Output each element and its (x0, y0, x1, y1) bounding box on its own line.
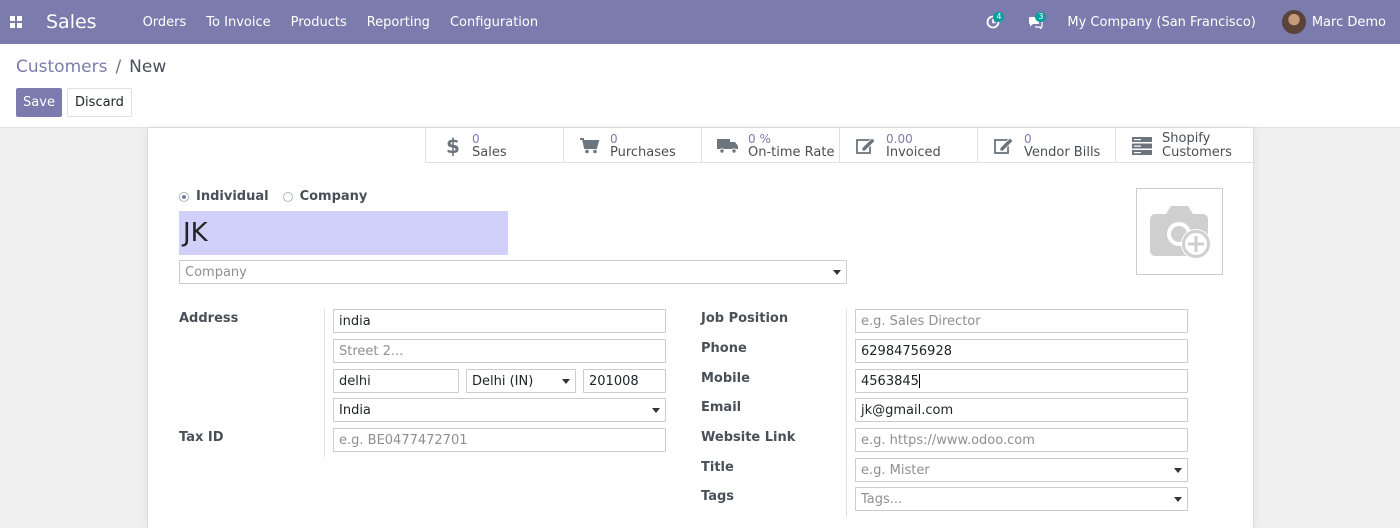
image-upload[interactable] (1136, 188, 1223, 275)
messages-chat-icon[interactable]: 3 (1023, 0, 1047, 44)
email-label: Email (701, 400, 742, 415)
tax-id-label: Tax ID (179, 430, 224, 445)
mobile-value: 4563845 (861, 373, 919, 389)
country-value: India (339, 402, 371, 418)
invoiced-label: Invoiced (886, 144, 941, 160)
purchases-label: Purchases (610, 144, 676, 160)
column-divider-right (846, 309, 847, 517)
apps-menu-icon[interactable] (0, 0, 32, 44)
shopify-customers-stat-button[interactable]: Shopify Customers (1115, 128, 1253, 163)
activity-clock-icon[interactable]: 4 (981, 0, 1005, 44)
company-radio[interactable] (282, 191, 293, 202)
column-divider-left (324, 309, 325, 457)
app-name[interactable]: Sales (46, 11, 97, 33)
invoiced-value: 0.00 (886, 131, 913, 146)
title-label: Title (701, 460, 734, 475)
tax-id-input[interactable]: e.g. BE0477472701 (333, 428, 666, 452)
tags-select[interactable]: Tags... (855, 487, 1188, 511)
truck-icon (716, 138, 740, 154)
job-position-input[interactable]: e.g. Sales Director (855, 309, 1188, 333)
phone-label: Phone (701, 341, 747, 356)
tags-placeholder: Tags... (861, 491, 903, 507)
address-label: Address (179, 311, 239, 326)
street-input[interactable]: india (333, 309, 666, 333)
email-input[interactable]: jk@gmail.com (855, 398, 1188, 422)
chevron-down-icon (1174, 497, 1182, 502)
city-input[interactable]: delhi (333, 369, 459, 393)
breadcrumb: Customers / New (16, 57, 166, 77)
sales-label: Sales (472, 144, 507, 160)
edit-icon (854, 136, 878, 155)
website-input[interactable]: e.g. https://www.odoo.com (855, 428, 1188, 452)
cart-icon (578, 137, 602, 154)
dollar-icon: $ (440, 136, 464, 156)
phone-input[interactable]: 62984756928 (855, 339, 1188, 363)
message-count-badge: 3 (1035, 12, 1047, 22)
street2-input[interactable]: Street 2... (333, 339, 666, 363)
website-label: Website Link (701, 430, 796, 445)
shopify-label: Customers (1162, 144, 1232, 160)
purchases-value: 0 (610, 131, 618, 146)
title-placeholder: e.g. Mister (861, 462, 930, 478)
company-placeholder: Company (185, 264, 247, 280)
text-cursor (918, 374, 920, 388)
job-position-label: Job Position (701, 311, 789, 326)
top-navbar: Sales Orders To Invoice Products Reporti… (0, 0, 1400, 44)
country-select[interactable]: India (333, 398, 666, 422)
shopify-value: Shopify (1162, 130, 1211, 146)
vendor-bills-value: 0 (1024, 131, 1032, 146)
on-time-rate-label: On-time Rate (748, 144, 835, 160)
camera-plus-icon (1149, 205, 1211, 259)
form-sheet: $ 0 Sales 0 Purchases 0 % On-time Rate 0.00… (147, 128, 1254, 528)
mobile-label: Mobile (701, 371, 750, 386)
menu-orders[interactable]: Orders (143, 15, 187, 30)
invoiced-stat-button[interactable]: 0.00 Invoiced (839, 128, 977, 163)
smart-button-box: $ 0 Sales 0 Purchases 0 % On-time Rate 0.00… (425, 128, 1253, 163)
menu-to-invoice[interactable]: To Invoice (206, 15, 270, 30)
activity-count-badge: 4 (993, 12, 1005, 22)
svg-text:$: $ (446, 136, 459, 156)
mobile-input[interactable]: 4563845 (855, 369, 1188, 393)
company-type-radio: Individual Company (179, 189, 381, 204)
vendor-bills-stat-button[interactable]: 0 Vendor Bills (977, 128, 1115, 163)
edit-icon (992, 136, 1016, 155)
on-time-rate-value: 0 % (748, 131, 771, 146)
user-avatar[interactable] (1281, 10, 1306, 34)
state-select[interactable]: Delhi (IN) (466, 369, 576, 393)
chevron-down-icon (652, 408, 660, 413)
state-value: Delhi (IN) (472, 373, 534, 389)
company-select[interactable]: Company (179, 260, 847, 284)
breadcrumb-separator: / (115, 57, 122, 77)
menu-products[interactable]: Products (291, 15, 347, 30)
company-label[interactable]: Company (300, 189, 368, 204)
discard-button[interactable]: Discard (67, 88, 132, 117)
control-panel: Customers / New Save Discard (0, 44, 1400, 128)
individual-label[interactable]: Individual (196, 189, 269, 204)
menu-reporting[interactable]: Reporting (367, 15, 430, 30)
title-select[interactable]: e.g. Mister (855, 458, 1188, 482)
breadcrumb-current: New (129, 57, 167, 77)
sales-stat-button[interactable]: $ 0 Sales (425, 128, 563, 163)
save-button[interactable]: Save (16, 88, 62, 117)
zip-input[interactable]: 201008 (583, 369, 666, 393)
systray: 4 3 My Company (San Francisco) Marc Demo (981, 0, 1400, 44)
chevron-down-icon (1174, 468, 1182, 473)
chevron-down-icon (833, 270, 841, 275)
tags-label: Tags (701, 489, 735, 504)
breadcrumb-customers-link[interactable]: Customers (16, 57, 107, 77)
vendor-bills-label: Vendor Bills (1024, 144, 1101, 160)
individual-radio[interactable] (179, 191, 189, 202)
purchases-stat-button[interactable]: 0 Purchases (563, 128, 701, 163)
menu-configuration[interactable]: Configuration (450, 15, 538, 30)
server-icon (1130, 136, 1154, 155)
name-input[interactable]: JK (179, 211, 508, 255)
sales-value: 0 (472, 131, 480, 146)
on-time-rate-stat-button[interactable]: 0 % On-time Rate (701, 128, 839, 163)
user-menu[interactable]: Marc Demo (1312, 15, 1386, 30)
chevron-down-icon (562, 379, 570, 384)
company-switcher[interactable]: My Company (San Francisco) (1067, 15, 1255, 30)
